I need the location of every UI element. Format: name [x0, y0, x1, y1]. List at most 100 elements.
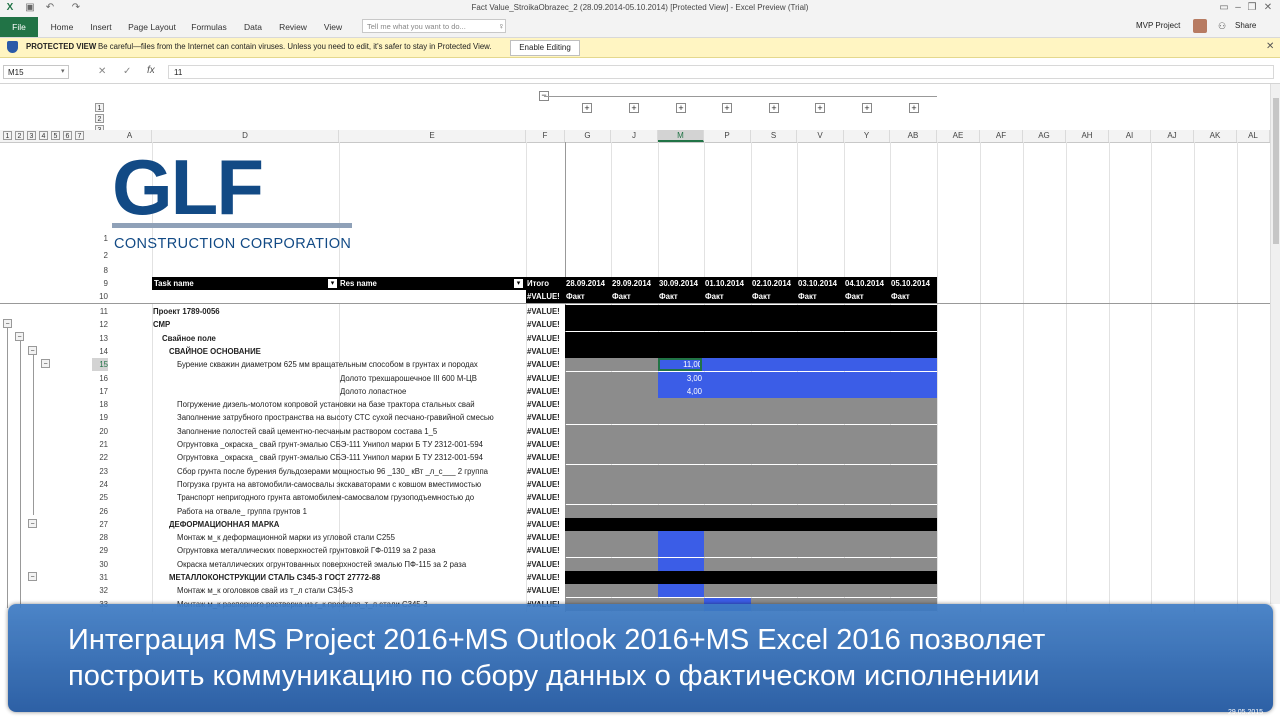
col-header-al[interactable]: AL	[1237, 130, 1270, 142]
total-cell[interactable]: #VALUE!	[527, 531, 565, 544]
avatar[interactable]	[1193, 19, 1207, 33]
row-header[interactable]: 17	[92, 385, 108, 398]
col-header-d[interactable]: D	[152, 130, 339, 142]
total-cell[interactable]: #VALUE!	[527, 491, 565, 504]
total-cell[interactable]: #VALUE!	[527, 584, 565, 597]
task-name-cell[interactable]: Свайное поле	[162, 332, 525, 345]
close-bar-icon[interactable]: ✕	[1266, 41, 1274, 52]
res-name-cell[interactable]: Долото лопастное	[340, 385, 525, 398]
total-cell[interactable]: #VALUE!	[527, 558, 565, 571]
row-header[interactable]: 11	[92, 305, 108, 318]
row-header[interactable]: 23	[92, 465, 108, 478]
row-header[interactable]: 26	[92, 505, 108, 518]
res-name-cell[interactable]: Долото трехшарошечное III 600 М-ЦВ	[340, 372, 525, 385]
filter-dropdown-icon[interactable]: ▾	[514, 279, 523, 288]
task-name-cell[interactable]: Окраска металлических огрунтованных пове…	[177, 558, 525, 571]
expand-icon[interactable]: +	[909, 103, 919, 113]
share-button[interactable]: Share	[1235, 21, 1256, 30]
row-level-2-button[interactable]: 2	[15, 131, 24, 140]
task-name-cell[interactable]: СМР	[153, 318, 525, 331]
col-header-p[interactable]: P	[704, 130, 751, 142]
tab-view[interactable]: View	[320, 17, 346, 37]
fact-area[interactable]	[565, 398, 937, 412]
expand-icon[interactable]: +	[676, 103, 686, 113]
col-header-ai[interactable]: AI	[1109, 130, 1151, 142]
col-header-m[interactable]: M	[658, 130, 704, 142]
fact-area[interactable]	[565, 571, 937, 584]
total-cell[interactable]: #VALUE!	[527, 451, 565, 464]
fact-area[interactable]	[565, 411, 937, 425]
col-level-1-button[interactable]: 1	[95, 103, 104, 112]
expand-icon[interactable]: +	[582, 103, 592, 113]
name-box[interactable]: M15	[3, 65, 69, 79]
total-cell[interactable]: #VALUE!	[527, 385, 565, 398]
expand-icon[interactable]: +	[769, 103, 779, 113]
fact-area[interactable]	[565, 544, 937, 558]
task-name-cell[interactable]: ДЕФОРМАЦИОННАЯ МАРКА	[169, 518, 525, 531]
fact-fill[interactable]	[658, 544, 704, 558]
row-header[interactable]: 25	[92, 491, 108, 504]
expand-icon[interactable]: +	[629, 103, 639, 113]
task-name-cell[interactable]: Монтаж м_к оголовков свай из т_л стали С…	[177, 584, 525, 597]
row-header[interactable]: 15	[92, 358, 108, 372]
tab-home[interactable]: Home	[48, 17, 76, 37]
row-header[interactable]: 31	[92, 571, 108, 584]
task-name-cell[interactable]: МЕТАЛЛОКОНСТРУКЦИИ СТАЛЬ С345-3 ГОСТ 277…	[169, 571, 525, 584]
task-name-cell[interactable]: Погружение дизель-молотом копровой устан…	[177, 398, 525, 411]
col-header-ag[interactable]: AG	[1023, 130, 1066, 142]
task-name-cell[interactable]: Транспорт непригодного грунта автомобиле…	[177, 491, 525, 504]
task-name-cell[interactable]: Бурение скважин диаметром 625 мм вращате…	[177, 358, 525, 371]
fact-fill[interactable]	[658, 557, 704, 571]
col-header-ae[interactable]: AE	[937, 130, 980, 142]
fact-value-cell[interactable]: 11,00	[658, 358, 702, 372]
task-name-cell[interactable]: Монтаж м_к деформационной марки из углов…	[177, 531, 525, 544]
total-cell[interactable]: #VALUE!	[527, 544, 565, 557]
fact-area[interactable]	[565, 584, 937, 598]
fact-area[interactable]	[565, 477, 937, 491]
row-header[interactable]: 1	[92, 234, 108, 243]
formula-input[interactable]: 11	[168, 65, 1274, 79]
row-level-4-button[interactable]: 4	[39, 131, 48, 140]
total-cell[interactable]: #VALUE!	[527, 518, 565, 531]
tab-insert[interactable]: Insert	[86, 17, 116, 37]
fact-area[interactable]	[565, 504, 937, 518]
task-name-cell[interactable]: Погрузка грунта на автомобили-самосвалы …	[177, 478, 525, 491]
fact-area[interactable]	[565, 517, 937, 531]
fact-value-cell[interactable]: 3,00	[658, 372, 702, 385]
expand-icon[interactable]: +	[815, 103, 825, 113]
fact-area[interactable]	[565, 424, 937, 438]
task-name-cell[interactable]: Огрунтовка _окраска_ свай грунт-эмалью С…	[177, 438, 525, 451]
close-icon[interactable]: ✕	[1262, 2, 1274, 14]
vertical-scrollbar[interactable]	[1270, 84, 1280, 604]
total-cell[interactable]: #VALUE!	[527, 372, 565, 385]
enable-editing-button[interactable]: Enable Editing	[510, 40, 580, 56]
minimize-icon[interactable]: –	[1232, 2, 1244, 14]
col-header-aj[interactable]: AJ	[1151, 130, 1194, 142]
col-header-e[interactable]: E	[339, 130, 526, 142]
fact-value-cell[interactable]: 4,00	[658, 385, 702, 398]
ribbon-options-icon[interactable]: ▭	[1218, 2, 1230, 14]
fact-fill[interactable]	[658, 584, 704, 598]
tab-page-layout[interactable]: Page Layout	[126, 17, 178, 37]
total-cell[interactable]: #VALUE!	[527, 438, 565, 451]
task-name-cell[interactable]: Огрунтовка _окраска_ свай грунт-эмалью С…	[177, 451, 525, 464]
tab-data[interactable]: Data	[240, 17, 266, 37]
total-cell[interactable]: #VALUE!	[527, 345, 565, 358]
row-header[interactable]: 8	[92, 266, 108, 275]
restore-icon[interactable]: ❐	[1246, 2, 1258, 14]
row-header[interactable]: 2	[92, 251, 108, 260]
share-icon[interactable]: ⚇	[1218, 21, 1226, 32]
task-name-cell[interactable]: Заполнение затрубного пространства на вы…	[177, 411, 525, 424]
tab-file[interactable]: File	[0, 17, 38, 37]
col-header-ak[interactable]: AK	[1194, 130, 1237, 142]
row-header[interactable]: 30	[92, 558, 108, 571]
total-cell[interactable]: #VALUE!	[527, 478, 565, 491]
task-name-cell[interactable]: Огрунтовка металлических поверхностей гр…	[177, 544, 525, 557]
row-header[interactable]: 14	[92, 345, 108, 358]
row-level-1-button[interactable]: 1	[3, 131, 12, 140]
row-level-3-button[interactable]: 3	[27, 131, 36, 140]
task-name-cell[interactable]: Сбор грунта после бурения бульдозерами м…	[177, 465, 525, 478]
col-header-ah[interactable]: AH	[1066, 130, 1109, 142]
total-cell[interactable]: #VALUE!	[527, 505, 565, 518]
fact-area[interactable]	[565, 557, 937, 571]
